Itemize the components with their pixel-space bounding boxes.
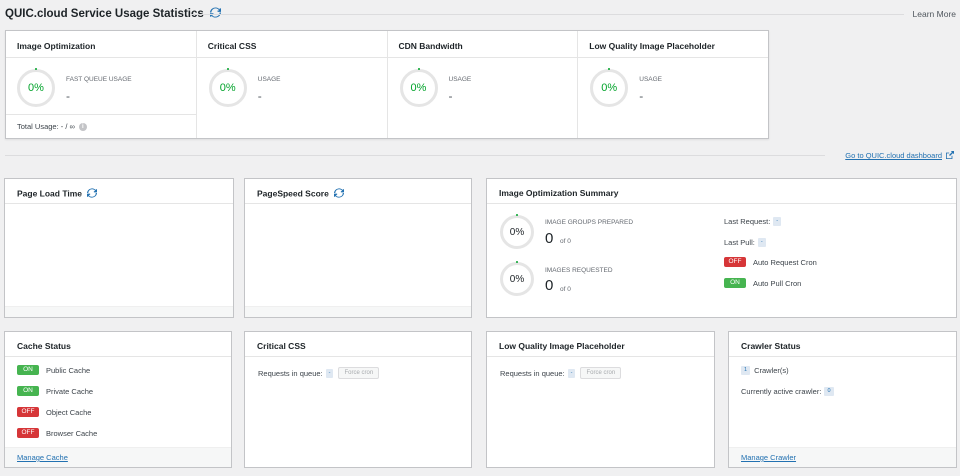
- usage-ring: 0%: [17, 68, 55, 107]
- usage-title: Critical CSS: [196, 31, 387, 58]
- usage-title: Low Quality Image Placeholder: [578, 31, 768, 58]
- pagespeed-score-card: PageSpeed Score: [244, 178, 472, 318]
- queue-row: Requests in queue: - Force cron: [258, 367, 380, 379]
- refresh-icon[interactable]: [87, 188, 98, 200]
- card-title: PageSpeed Score: [257, 188, 329, 199]
- force-cron-button[interactable]: Force cron: [338, 367, 380, 379]
- manage-crawler-link[interactable]: Manage Crawler: [741, 453, 796, 462]
- groups-of: of 0: [560, 238, 571, 245]
- cache-label: Browser Cache: [46, 428, 98, 438]
- card-header: Image Optimization Summary: [487, 179, 956, 204]
- image-optimization-summary-card: Image Optimization Summary 0% IMAGE GROU…: [486, 178, 957, 318]
- usage-cdn-bandwidth: CDN Bandwidth 0% USAGE -: [387, 31, 579, 138]
- crawler-count: 1: [741, 366, 751, 375]
- cache-status-card: Cache Status ON Public Cache ON Private …: [4, 331, 232, 468]
- usage-label: USAGE: [639, 76, 663, 83]
- last-request-row: Last Request: -: [724, 217, 782, 226]
- header-divider: [190, 14, 904, 15]
- card-title: Page Load Time: [17, 188, 83, 199]
- last-request-value: -: [773, 217, 782, 226]
- last-pull-label: Last Pull:: [724, 238, 755, 247]
- cache-row: OFF Object Cache: [17, 407, 91, 417]
- usage-stats-card: Image Optimization 0% FAST QUEUE USAGE -…: [5, 30, 769, 139]
- usage-value: -: [448, 89, 453, 103]
- status-badge: ON: [17, 386, 39, 396]
- usage-label: USAGE: [257, 76, 281, 83]
- card-header: Page Load Time: [5, 179, 233, 204]
- quic-dashboard-link[interactable]: Go to QUIC.cloud dashboard: [845, 151, 942, 160]
- cache-row: ON Public Cache: [17, 365, 90, 375]
- card-footer: [5, 306, 233, 317]
- info-icon[interactable]: i: [78, 123, 87, 132]
- last-request-label: Last Request:: [724, 217, 771, 226]
- cache-label: Private Cache: [46, 386, 94, 396]
- cache-label: Object Cache: [46, 407, 92, 417]
- cache-row: ON Private Cache: [17, 386, 93, 396]
- critical-css-card: Critical CSS Requests in queue: - Force …: [244, 331, 472, 468]
- status-badge: OFF: [17, 407, 39, 417]
- queue-row: Requests in queue: - Force cron: [500, 367, 622, 379]
- cache-label: Public Cache: [46, 365, 91, 375]
- total-usage-text: Total Usage: - / ∞: [17, 122, 75, 131]
- requested-label: IMAGES REQUESTED: [545, 267, 613, 274]
- queue-value: -: [325, 368, 334, 378]
- usage-label: FAST QUEUE USAGE: [66, 76, 132, 83]
- crawler-count-row: 1 Crawler(s): [741, 366, 789, 375]
- active-crawler-row: Currently active crawler: 0: [741, 387, 834, 396]
- usage-ring: 0%: [208, 68, 247, 107]
- card-header: Crawler Status: [729, 332, 956, 357]
- usage-ring: 0%: [399, 68, 438, 107]
- usage-value: -: [257, 89, 262, 103]
- requested-ring: 0%: [500, 261, 534, 296]
- active-crawler-value: 0: [824, 387, 834, 396]
- cache-row: OFF Browser Cache: [17, 428, 97, 438]
- page-title: QUIC.cloud Service Usage Statistics: [5, 7, 221, 21]
- usage-critical-css: Critical CSS 0% USAGE -: [196, 31, 388, 138]
- crawler-count-label: Crawler(s): [754, 366, 789, 375]
- auto-request-cron-row: OFF Auto Request Cron: [724, 257, 817, 267]
- auto-request-label: Auto Request Cron: [753, 257, 817, 267]
- page-load-time-card: Page Load Time: [4, 178, 234, 318]
- active-crawler-label: Currently active crawler:: [741, 387, 822, 396]
- auto-pull-cron-row: ON Auto Pull Cron: [724, 278, 801, 288]
- usage-lqip: Low Quality Image Placeholder 0% USAGE -: [578, 31, 768, 138]
- usage-label: USAGE: [448, 76, 472, 83]
- queue-label: Requests in queue:: [500, 368, 565, 378]
- status-badge: OFF: [17, 428, 39, 438]
- card-header: Low Quality Image Placeholder: [487, 332, 714, 357]
- external-link-icon[interactable]: [946, 151, 954, 161]
- card-header: PageSpeed Score: [245, 179, 471, 204]
- queue-label: Requests in queue:: [258, 368, 323, 378]
- page-title-text: QUIC.cloud Service Usage Statistics: [5, 8, 204, 21]
- queue-value: -: [567, 368, 576, 378]
- card-header: Critical CSS: [245, 332, 471, 357]
- lqip-card: Low Quality Image Placeholder Requests i…: [486, 331, 715, 468]
- card-footer: [245, 306, 471, 317]
- requested-value: 0: [545, 277, 554, 294]
- last-pull-row: Last Pull: -: [724, 238, 766, 247]
- crawler-status-card: Crawler Status 1 Crawler(s) Currently ac…: [728, 331, 957, 468]
- usage-value: -: [66, 89, 70, 103]
- groups-ring: 0%: [500, 214, 534, 249]
- auto-request-toggle[interactable]: OFF: [724, 257, 746, 267]
- usage-ring: 0%: [590, 68, 629, 107]
- card-header: Cache Status: [5, 332, 231, 357]
- usage-title: CDN Bandwidth: [387, 31, 578, 58]
- auto-pull-label: Auto Pull Cron: [753, 278, 802, 288]
- groups-label: IMAGE GROUPS PREPARED: [545, 219, 634, 226]
- requested-of: of 0: [560, 286, 571, 293]
- usage-title: Image Optimization: [6, 31, 196, 58]
- force-cron-button[interactable]: Force cron: [580, 367, 622, 379]
- status-badge: ON: [17, 365, 39, 375]
- total-usage: Total Usage: - / ∞ i: [6, 114, 196, 132]
- last-pull-value: -: [757, 238, 766, 247]
- auto-pull-toggle[interactable]: ON: [724, 278, 746, 288]
- groups-value: 0: [545, 230, 554, 247]
- manage-cache-link[interactable]: Manage Cache: [17, 453, 68, 462]
- learn-more-link[interactable]: Learn More: [913, 9, 956, 19]
- usage-value: -: [639, 89, 644, 103]
- refresh-icon[interactable]: [334, 188, 345, 200]
- section-divider: [5, 155, 825, 156]
- usage-image-optimization: Image Optimization 0% FAST QUEUE USAGE -…: [6, 31, 197, 138]
